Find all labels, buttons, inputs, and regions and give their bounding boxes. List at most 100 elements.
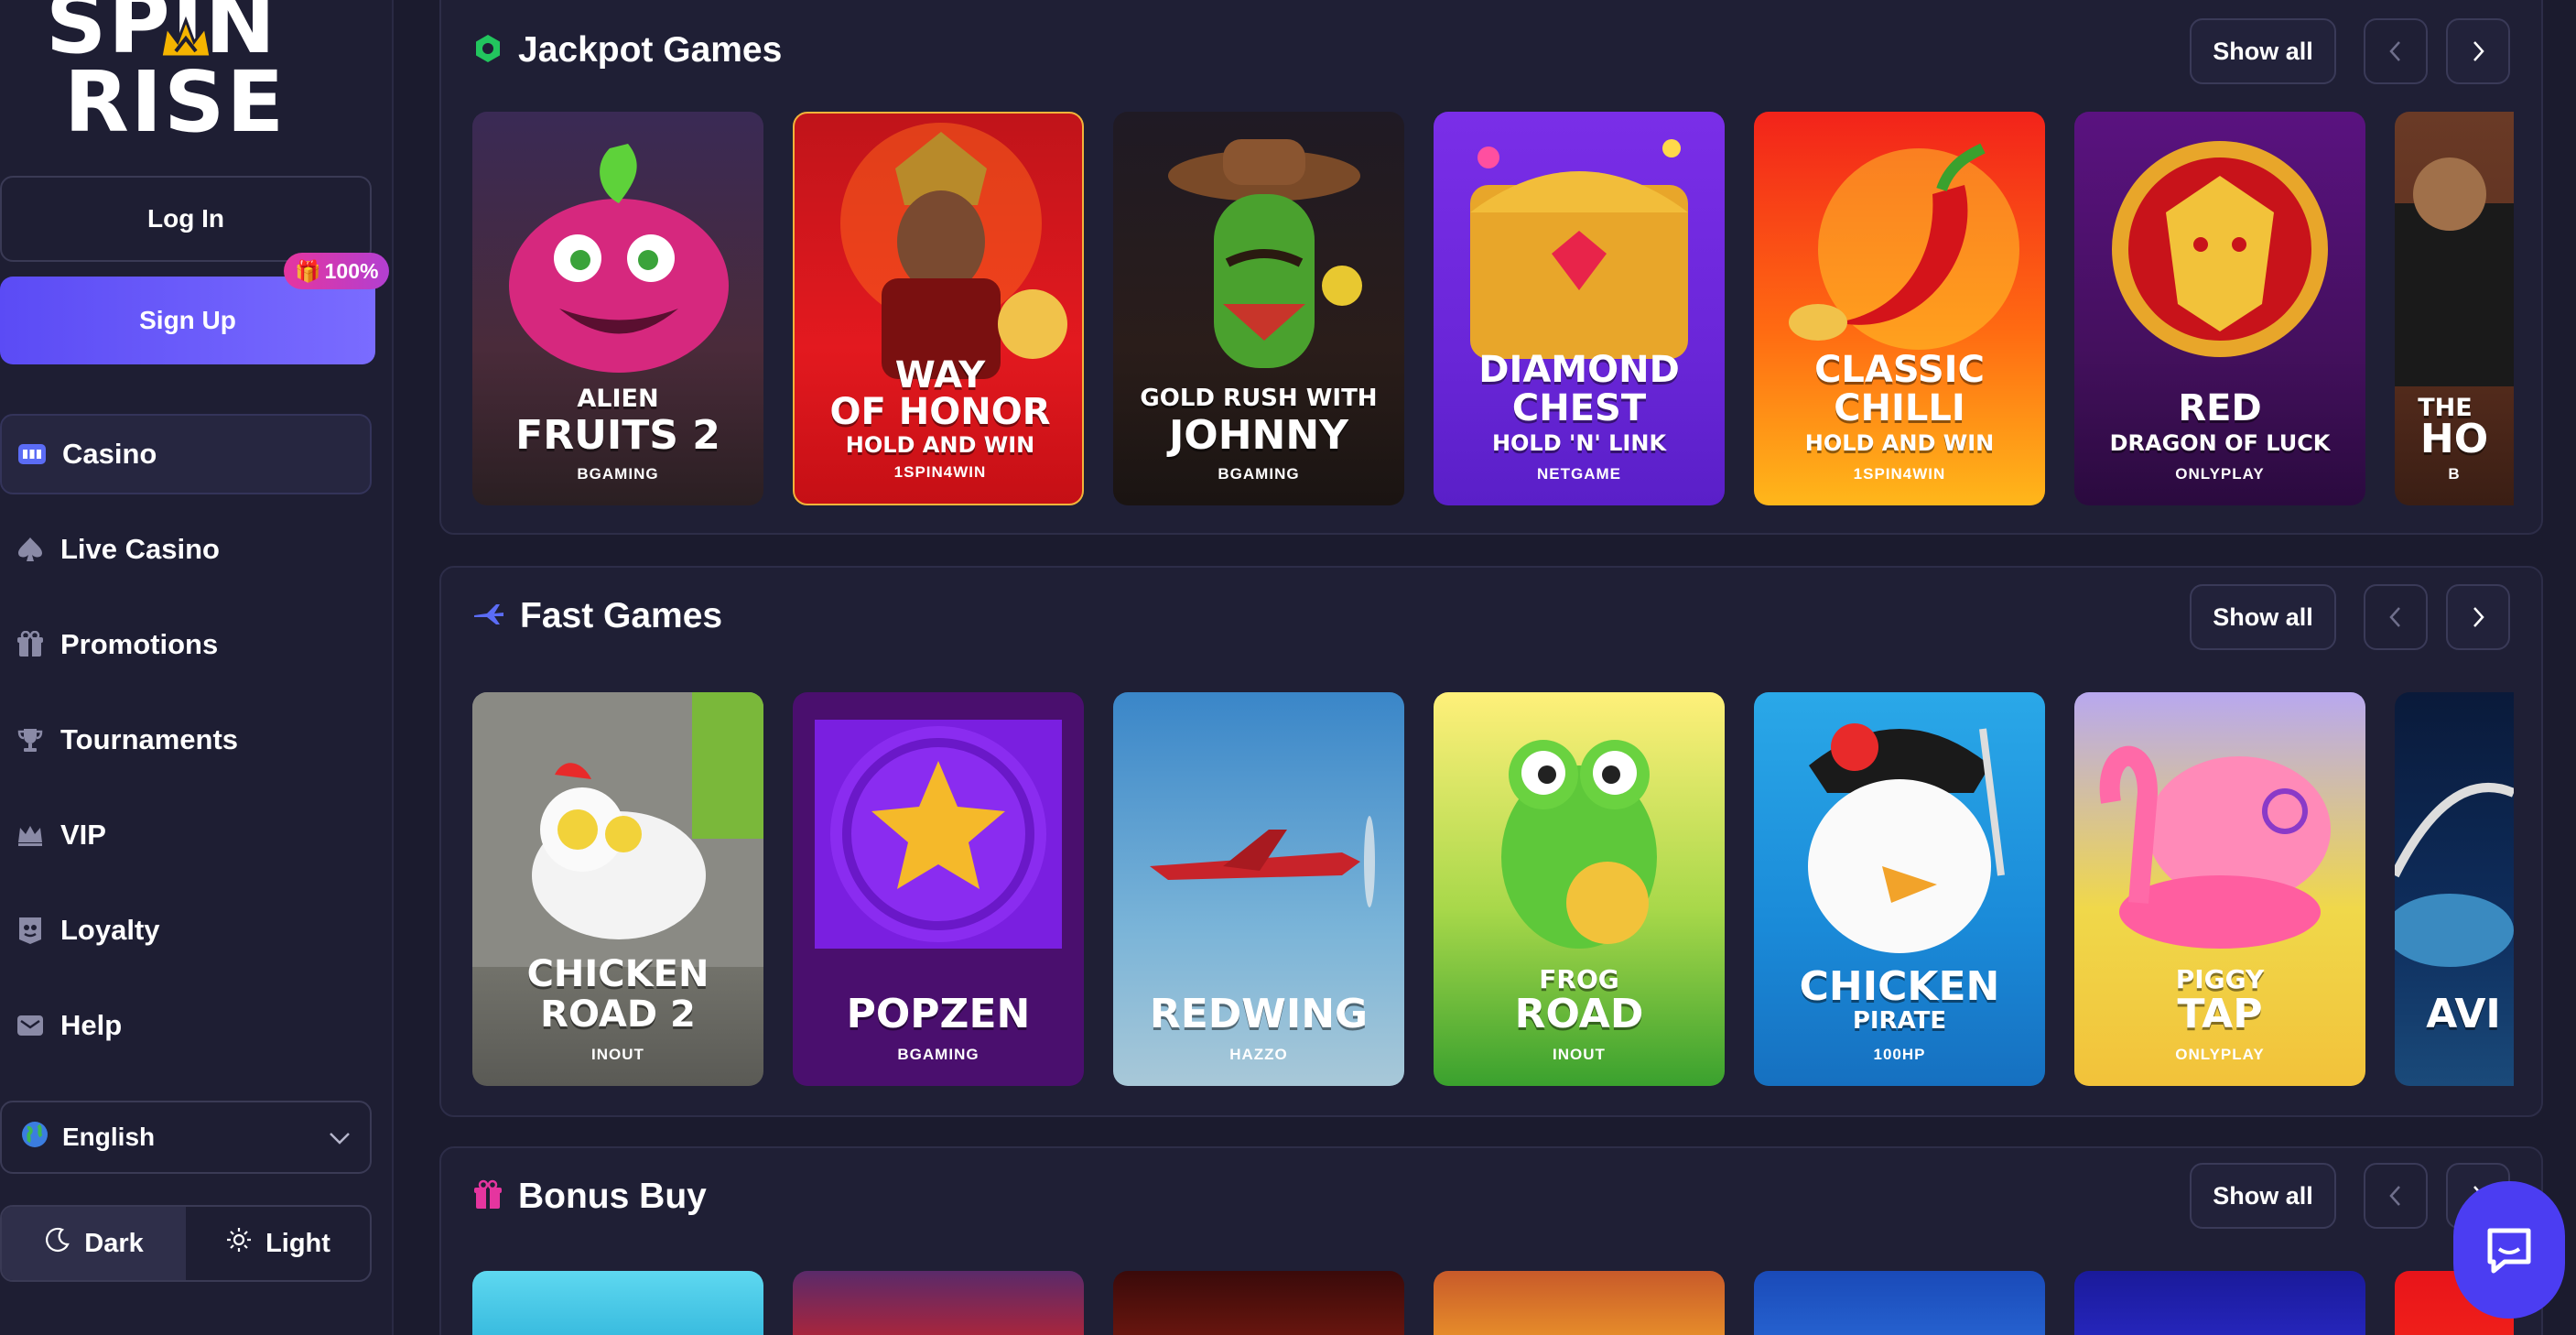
game-title-line-b: CHILLI	[1834, 387, 1965, 429]
game-title-line-b: REDWING	[1149, 991, 1369, 1037]
theme-dark-option[interactable]: Dark	[2, 1207, 186, 1280]
bonus-badge: 🎁 100%	[284, 253, 390, 289]
game-card[interactable]	[472, 1271, 763, 1335]
theme-dark-label: Dark	[84, 1228, 144, 1258]
show-all-button[interactable]: Show all	[2190, 584, 2336, 650]
carousel-next-button[interactable]	[2446, 18, 2510, 84]
sidebar: SPIN RISE Log In Sign Up 🎁 100% Casino L…	[0, 0, 394, 1335]
section-header: Bonus Buy	[472, 1148, 707, 1245]
jackpot-icon	[472, 33, 503, 69]
language-label: English	[62, 1123, 156, 1151]
game-art	[1789, 143, 2019, 350]
nav-item-label: Loyalty	[60, 914, 160, 946]
gift-icon	[15, 629, 46, 660]
game-card[interactable]: PIGGY TAP ONLYPLAY	[2074, 692, 2365, 1086]
show-all-button[interactable]: Show all	[2190, 1163, 2336, 1229]
carousel-prev-button[interactable]	[2364, 18, 2428, 84]
show-all-button[interactable]: Show all	[2190, 18, 2336, 84]
nav-item-label: Tournaments	[60, 723, 239, 755]
game-provider: ONLYPLAY	[2175, 465, 2265, 483]
game-title-line-b: DRAGON OF LUCK	[2109, 430, 2331, 456]
carousel-prev-button[interactable]	[2364, 1163, 2428, 1229]
game-card[interactable]: FROG ROAD INOUT	[1434, 692, 1725, 1086]
game-card[interactable]: CHICKEN ROAD 2 INOUT	[472, 692, 763, 1086]
language-select[interactable]: English	[0, 1101, 372, 1174]
game-title-line-b: POPZEN	[846, 991, 1031, 1037]
game-title-line-a: GOLD RUSH WITH	[1140, 385, 1378, 412]
crown-icon	[15, 819, 46, 851]
game-title-line-b: ROAD 2	[540, 993, 696, 1036]
loyalty-icon	[15, 915, 46, 946]
game-title-line-a: CHICKEN	[1799, 963, 2000, 1010]
trophy-icon	[15, 724, 46, 755]
game-title-line-c: HOLD AND WIN	[845, 432, 1035, 458]
game-art	[2099, 745, 2331, 949]
game-art	[2112, 141, 2328, 357]
section-fast-games: Fast Games Show all CHICKEN ROAD 2 INOUT…	[439, 566, 2543, 1117]
nav-item-loyalty[interactable]: Loyalty	[0, 890, 372, 971]
chevron-left-icon	[2389, 1186, 2400, 1206]
game-card[interactable]	[793, 1271, 1084, 1335]
game-carousel	[472, 1271, 2514, 1335]
carousel-prev-button[interactable]	[2364, 584, 2428, 650]
theme-light-option[interactable]: Light	[186, 1207, 370, 1280]
game-art	[1808, 723, 2005, 953]
game-title-line-a: PIGGY	[2175, 964, 2265, 994]
game-title-line-a: WAY	[894, 354, 986, 396]
casino-icon	[16, 439, 48, 470]
game-card[interactable]	[2074, 1271, 2365, 1335]
mail-icon	[15, 1010, 46, 1041]
game-art	[472, 692, 763, 967]
game-provider: B	[2448, 465, 2461, 483]
nav-item-label: Live Casino	[60, 533, 220, 565]
game-card[interactable]: DIAMOND CHEST HOLD 'N' LINK NETGAME	[1434, 112, 1725, 505]
game-card[interactable]: GOLD RUSH WITH JOHNNY BGAMING	[1113, 112, 1404, 505]
game-card[interactable]: WAY OF HONOR HOLD AND WIN 1SPIN4WIN	[793, 112, 1084, 505]
nav-item-tournaments[interactable]: Tournaments	[0, 700, 372, 780]
theme-toggle: Dark Light	[0, 1205, 372, 1282]
game-title-line-b: PIRATE	[1852, 1007, 1947, 1035]
game-title-line-a: CLASSIC	[1814, 349, 1985, 391]
game-provider: BGAMING	[897, 1046, 980, 1063]
live-chat-button[interactable]	[2453, 1181, 2565, 1319]
game-card[interactable]	[1434, 1271, 1725, 1335]
game-card[interactable]: AVI	[2395, 692, 2514, 1086]
game-title-line-b: FRUITS 2	[515, 412, 720, 459]
game-art	[1150, 816, 1375, 907]
game-card[interactable]: RED DRAGON OF LUCK ONLYPLAY	[2074, 112, 2365, 505]
game-title-line-a: DIAMOND	[1478, 349, 1680, 391]
game-card[interactable]	[1754, 1271, 2045, 1335]
game-art	[2395, 783, 2514, 967]
signup-button[interactable]: Sign Up	[0, 277, 375, 364]
gift-icon	[472, 1179, 503, 1215]
game-title-line-a: FROG	[1539, 964, 1619, 994]
section-header: Fast Games	[472, 568, 722, 665]
section-title: Jackpot Games	[518, 30, 783, 70]
nav-item-casino[interactable]: Casino	[0, 414, 372, 494]
nav-item-vip[interactable]: VIP	[0, 795, 372, 875]
game-card[interactable]: CLASSIC CHILLI HOLD AND WIN 1SPIN4WIN	[1754, 112, 2045, 505]
nav-item-help[interactable]: Help	[0, 985, 372, 1066]
game-card[interactable]: POPZEN BGAMING	[793, 692, 1084, 1086]
nav-item-label: Help	[60, 1009, 123, 1041]
game-card[interactable]: REDWING HAZZO	[1113, 692, 1404, 1086]
main-nav: Casino Live Casino Promotions Tournament…	[0, 414, 372, 1080]
login-button[interactable]: Log In	[0, 176, 372, 262]
game-art	[509, 144, 729, 373]
game-card[interactable]: CHICKEN PIRATE 100HP	[1754, 692, 2045, 1086]
sun-icon	[225, 1226, 253, 1261]
logo[interactable]: SPIN RISE	[37, 0, 330, 156]
game-provider: HAZZO	[1229, 1046, 1288, 1063]
section-header: Jackpot Games	[472, 2, 782, 99]
chevron-right-icon	[2473, 41, 2484, 61]
game-provider: INOUT	[591, 1046, 644, 1063]
game-card[interactable]: THE HO B	[2395, 112, 2514, 505]
game-art	[1470, 139, 1688, 359]
section-title: Bonus Buy	[518, 1177, 707, 1216]
nav-item-promotions[interactable]: Promotions	[0, 604, 372, 685]
theme-light-label: Light	[265, 1228, 330, 1258]
nav-item-live-casino[interactable]: Live Casino	[0, 509, 372, 590]
carousel-next-button[interactable]	[2446, 584, 2510, 650]
game-card[interactable]: ALIEN FRUITS 2 BGAMING	[472, 112, 763, 505]
game-card[interactable]	[1113, 1271, 1404, 1335]
